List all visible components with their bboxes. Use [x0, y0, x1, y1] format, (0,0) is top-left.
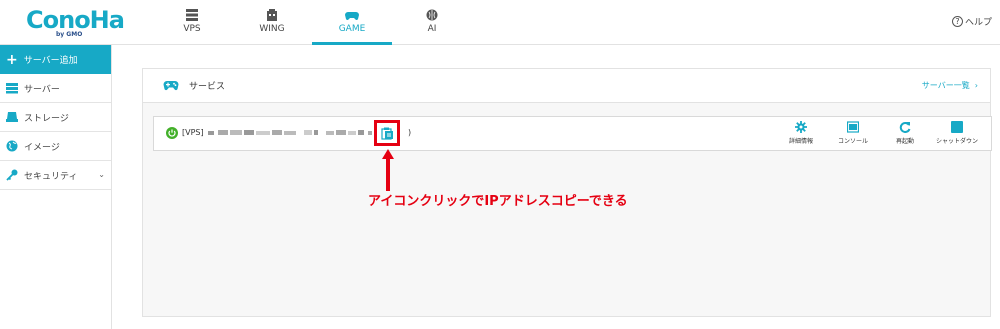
console-icon	[847, 121, 859, 133]
plus-icon: +	[6, 51, 18, 68]
help-link[interactable]: ? ヘルプ	[951, 15, 992, 28]
sidebar-item-label: イメージ	[24, 142, 60, 153]
gamepad-icon	[163, 81, 179, 91]
nav-vps[interactable]: VPS	[152, 0, 232, 45]
server-list-link[interactable]: サーバー一覧 ›	[922, 80, 978, 91]
sidebar-item-label: ストレージ	[24, 113, 69, 124]
power-on-icon	[166, 127, 178, 139]
nav-ai[interactable]: AI	[392, 0, 472, 45]
shutdown-icon	[951, 121, 963, 133]
annotation-text: アイコンクリックでIPアドレスコピーできる	[368, 194, 628, 209]
nav-game[interactable]: GAME	[312, 0, 392, 45]
logo-text: ConoHa	[26, 6, 125, 34]
red-arrow-annotation	[382, 149, 394, 191]
key-icon	[6, 169, 18, 181]
sidebar-item-label: セキュリティ	[24, 171, 78, 182]
details-label: 詳細情報	[788, 138, 813, 145]
sidebar-item-security[interactable]: セキュリティ ⌄	[0, 161, 111, 190]
console-button[interactable]: コンソール	[827, 121, 879, 145]
gamepad-icon	[345, 12, 359, 20]
panel-title: サービス	[189, 82, 226, 92]
nav-label: AI	[427, 24, 437, 34]
nav-label: WING	[259, 24, 285, 34]
brain-icon	[426, 9, 438, 21]
server-row[interactable]: [VPS] ) 詳細情報 コンソール 再起動 シャットダウン	[153, 116, 992, 151]
server-list-label: サーバー一覧	[921, 81, 970, 90]
top-header: ConoHa by GMO VPS WING GAME AI ? ヘルプ	[0, 0, 1000, 45]
console-label: コンソール	[837, 138, 868, 145]
nav-label: VPS	[183, 24, 201, 34]
shutdown-label: シャットダウン	[935, 138, 978, 145]
server-icon	[6, 83, 18, 94]
sidebar-item-label: サーバー	[24, 84, 60, 95]
main-content: サービス サーバー一覧 › [VPS] ) 詳細情報 コンソール 再起動 シャッ…	[112, 45, 1000, 329]
server-icon	[186, 9, 198, 21]
server-type-label: [VPS]	[182, 128, 204, 137]
gear-icon	[795, 121, 807, 133]
nav-wing[interactable]: WING	[232, 0, 312, 45]
top-nav: VPS WING GAME AI	[152, 0, 472, 45]
logo-sub: by GMO	[56, 31, 83, 38]
help-label: ヘルプ	[964, 18, 992, 28]
details-button[interactable]: 詳細情報	[775, 121, 827, 145]
restart-button[interactable]: 再起動	[879, 121, 931, 145]
building-icon	[267, 9, 277, 21]
panel-header: サービス サーバー一覧 ›	[143, 69, 990, 103]
chevron-down-icon: ⌄	[98, 170, 105, 179]
shutdown-button[interactable]: シャットダウン	[931, 121, 983, 145]
restart-icon	[899, 122, 911, 133]
help-icon: ?	[951, 16, 963, 27]
add-server-button[interactable]: + サーバー追加	[0, 45, 111, 74]
conoha-logo[interactable]: ConoHa by GMO	[26, 6, 125, 40]
sidebar: + サーバー追加 サーバー ストレージ イメージ セキュリティ ⌄	[0, 45, 112, 329]
chevron-right-icon: ›	[974, 81, 978, 90]
blurred-server-name	[208, 130, 372, 135]
clipboard-copy-icon	[381, 127, 393, 140]
storage-icon	[6, 112, 18, 122]
restart-label: 再起動	[895, 138, 914, 145]
server-actions: 詳細情報 コンソール 再起動 シャットダウン	[775, 121, 983, 145]
sidebar-item-server[interactable]: サーバー	[0, 74, 111, 103]
sidebar-item-image[interactable]: イメージ	[0, 132, 111, 161]
server-name-close-paren: )	[408, 128, 412, 137]
copy-ip-button[interactable]	[374, 120, 400, 146]
globe-icon	[6, 140, 18, 152]
nav-label: GAME	[338, 24, 366, 34]
add-server-label: サーバー追加	[23, 56, 78, 66]
sidebar-item-storage[interactable]: ストレージ	[0, 103, 111, 132]
